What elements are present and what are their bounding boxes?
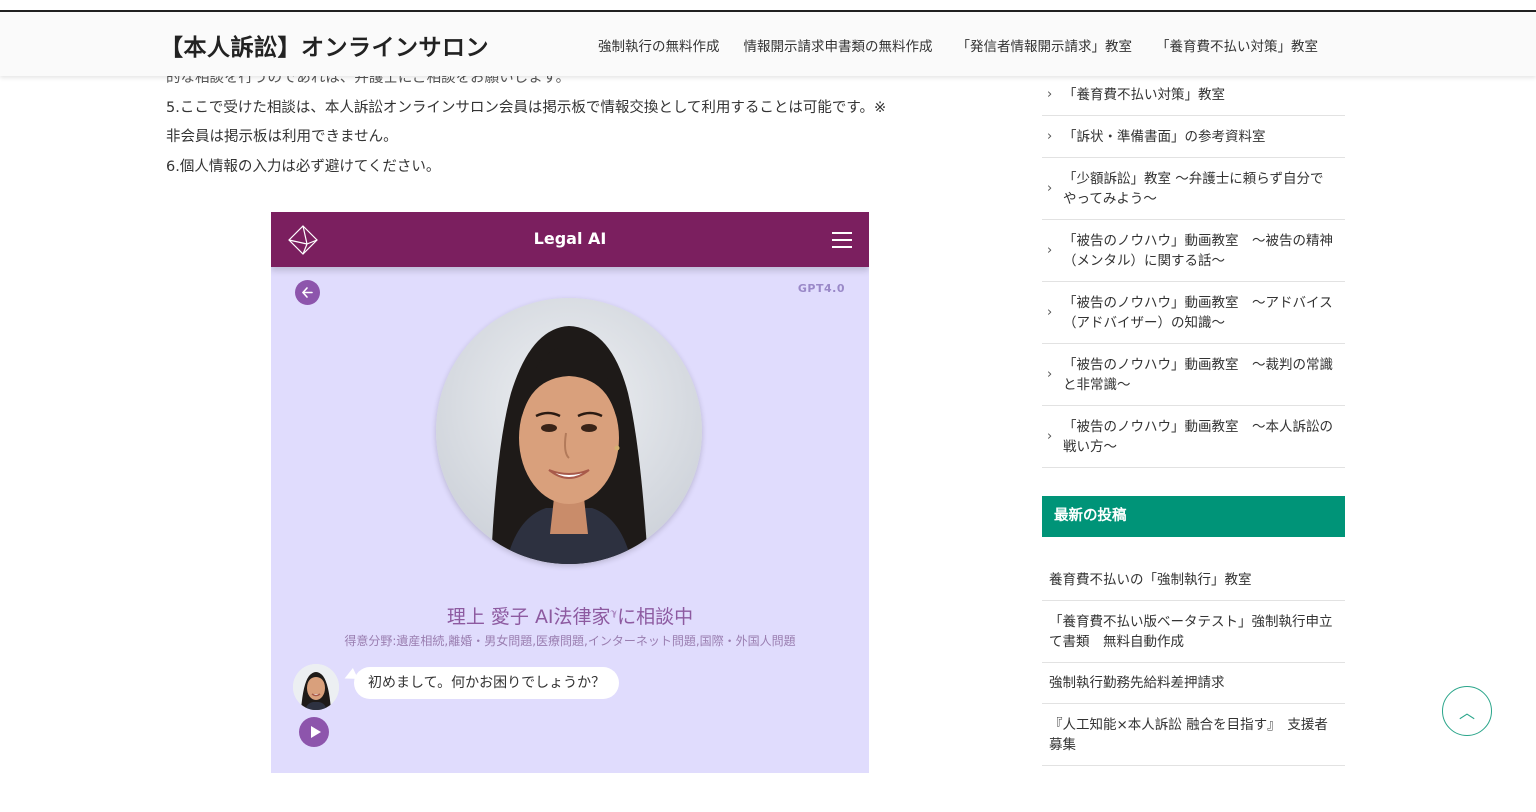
category-label: 「少額訴訟」教室 〜弁護士に頼らず自分でやってみよう〜 <box>1063 170 1324 207</box>
back-button[interactable] <box>295 280 320 305</box>
site-header: 【本人訴訟】オンラインサロン 強制執行の無料作成 情報開示請求申書類の無料作成 … <box>0 12 1536 76</box>
sidebar-category-item[interactable]: › 「少額訴訟」教室 〜弁護士に頼らず自分でやってみよう〜 <box>1042 158 1345 220</box>
app-title: Legal AI <box>533 229 607 248</box>
main-nav: 強制執行の無料作成 情報開示請求申書類の無料作成 「発信者情報開示請求」教室 「… <box>598 35 1318 55</box>
article-body: 的な相談を行うのであれは、弁護士にご相談をお願いします。 5.ここで受けた相談は… <box>166 70 976 182</box>
chevron-right-icon: › <box>1047 180 1053 196</box>
category-label: 「養育費不払い対策」教室 <box>1063 86 1225 103</box>
scroll-to-top-button[interactable]: ︿ <box>1442 686 1492 736</box>
sidebar-categories: › 「養育費不払い対策」教室 › 「訴状・準備書面」の参考資料室 › 「少額訴訟… <box>1042 74 1345 468</box>
article-line-6: 6.個人情報の入力は必ず避けてください。 <box>166 158 441 175</box>
article-line-5b: 非会員は掲示板は利用できません。 <box>166 129 398 145</box>
agent-name: 理上 愛子 AI法律家 <box>446 606 611 628</box>
app-header: Legal AI <box>271 212 869 267</box>
article-line-5a: 5.ここで受けた相談は、本人訴訟オンラインサロン会員は掲示板で情報交換として利用… <box>166 99 887 116</box>
chevron-right-icon: › <box>1047 86 1053 102</box>
chat-avatar <box>293 664 339 710</box>
sidebar-category-item[interactable]: › 「被告のノウハウ」動画教室 〜裁判の常識と非常識〜 <box>1042 344 1345 406</box>
legal-ai-app: Legal AI GPT4.0 理上 愛子 AI法律家ℽに相談中 得意分野:遺産… <box>271 212 869 773</box>
agent-status: に相談中 <box>617 606 694 628</box>
chat-bubble-greeting: 初めまして。何かお困りでしょうか？ <box>354 667 620 699</box>
agent-specialty: 得意分野:遺産相続,離婚・男女問題,医療問題,インターネット問題,国際・外国人問… <box>344 634 796 648</box>
chevron-up-icon: ︿ <box>1458 703 1475 722</box>
recent-posts-list: 養育費不払いの「強制執行」教室 「養育費不払い版ベータテスト」強制執行申立て書類… <box>1042 560 1345 766</box>
category-label: 「被告のノウハウ」動画教室 〜アドバイス（アドバイザー）の知識〜 <box>1063 294 1333 331</box>
sidebar-category-item[interactable]: › 「被告のノウハウ」動画教室 〜本人訴訟の戦い方〜 <box>1042 406 1345 468</box>
sidebar-category-item[interactable]: › 「養育費不払い対策」教室 <box>1042 74 1345 116</box>
category-label: 「被告のノウハウ」動画教室 〜本人訴訟の戦い方〜 <box>1063 418 1333 455</box>
play-audio-button[interactable] <box>299 717 329 747</box>
nav-item-disclosure-docs[interactable]: 情報開示請求申書類の無料作成 <box>744 35 933 55</box>
category-label: 「被告のノウハウ」動画教室 〜裁判の常識と非常識〜 <box>1063 356 1333 393</box>
sidebar-category-item[interactable]: › 「訴状・準備書面」の参考資料室 <box>1042 116 1345 158</box>
chevron-right-icon: › <box>1047 366 1053 382</box>
chevron-right-icon: › <box>1047 428 1053 444</box>
chevron-right-icon: › <box>1047 304 1053 320</box>
category-label: 「訴状・準備書面」の参考資料室 <box>1063 128 1266 145</box>
nav-item-child-support[interactable]: 「養育費不払い対策」教室 <box>1156 35 1318 55</box>
recent-post-item[interactable]: 「養育費不払い版ベータテスト」強制執行申立て書類 無料自動作成 <box>1042 601 1345 663</box>
agent-name-line: 理上 愛子 AI法律家ℽに相談中 <box>271 602 869 629</box>
chevron-right-icon: › <box>1047 128 1053 144</box>
hamburger-menu-icon[interactable] <box>832 232 852 248</box>
sidebar-category-item[interactable]: › 「被告のノウハウ」動画教室 〜被告の精神（メンタル）に関する話〜 <box>1042 220 1345 282</box>
recent-post-item[interactable]: 養育費不払いの「強制執行」教室 <box>1042 560 1345 601</box>
chevron-right-icon: › <box>1047 242 1053 258</box>
model-label: GPT4.0 <box>797 282 845 295</box>
sidebar-category-item[interactable]: › 「被告のノウハウ」動画教室 〜アドバイス（アドバイザー）の知識〜 <box>1042 282 1345 344</box>
arrow-left-icon <box>302 287 313 298</box>
nav-item-sender-disclosure[interactable]: 「発信者情報開示請求」教室 <box>957 35 1133 55</box>
nav-item-enforcement[interactable]: 強制執行の無料作成 <box>598 35 720 55</box>
ai-lawyer-portrait <box>436 298 702 564</box>
recent-posts-title: 最新の投稿 <box>1042 496 1345 537</box>
recent-post-item[interactable]: 強制執行勤務先給料差押請求 <box>1042 663 1345 704</box>
site-title[interactable]: 【本人訴訟】オンラインサロン <box>160 28 489 62</box>
category-label: 「被告のノウハウ」動画教室 〜被告の精神（メンタル）に関する話〜 <box>1063 232 1333 269</box>
recent-post-item[interactable]: 『人工知能×本人訴訟 融合を目指す』 支援者募集 <box>1042 704 1345 766</box>
